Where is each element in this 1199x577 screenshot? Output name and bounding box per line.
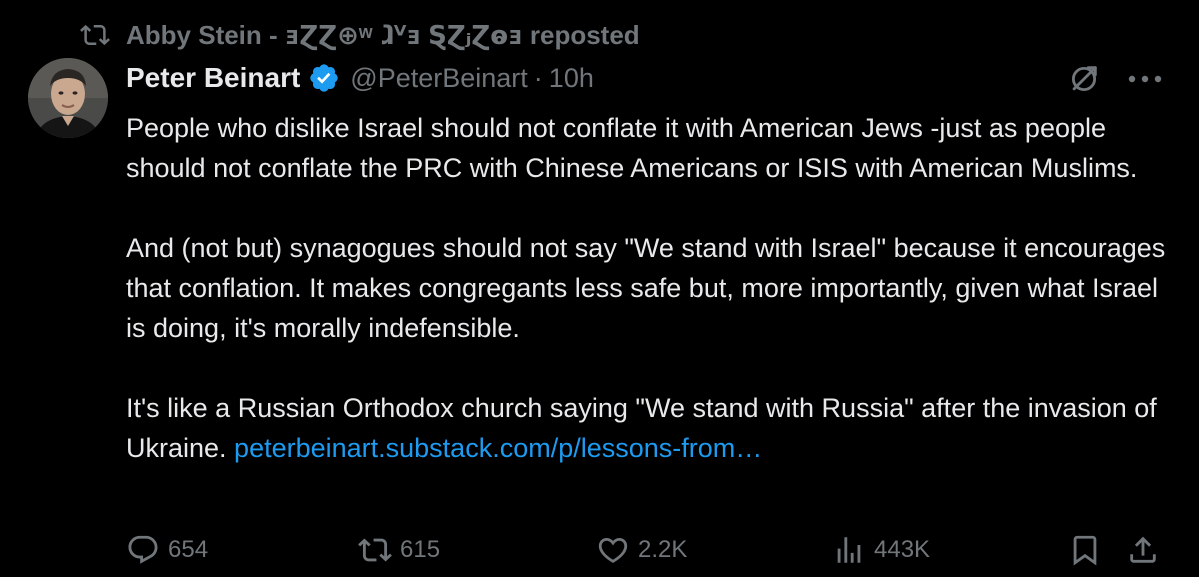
- repost-banner-text: Abby Stein - ⱻⱿⱿ⊕ʷ ⱹⱽⱻ ⱾⱿⱼⱿⱺⱻ reposted: [126, 19, 640, 50]
- tweet-header: Peter Beinart @PeterBeinart · 10h: [126, 58, 594, 98]
- avatar[interactable]: [28, 58, 108, 138]
- view-count: 443K: [874, 536, 931, 563]
- reply-button[interactable]: 654: [126, 530, 208, 570]
- repost-icon: [358, 533, 392, 567]
- tweet-paragraph: It's like a Russian Orthodox church sayi…: [126, 388, 1176, 468]
- separator-dot: ·: [533, 62, 543, 93]
- tweet-text: People who dislike Israel should not con…: [126, 108, 1176, 468]
- timestamp[interactable]: 10h: [549, 63, 594, 94]
- author-handle[interactable]: @PeterBeinart: [350, 63, 528, 94]
- repost-banner[interactable]: Abby Stein - ⱻⱿⱿ⊕ʷ ⱹⱽⱻ ⱾⱿⱼⱿⱺⱻ reposted: [80, 18, 640, 52]
- verified-badge-icon[interactable]: [308, 62, 340, 94]
- more-options-icon[interactable]: [1127, 62, 1163, 96]
- reply-icon: [126, 533, 160, 567]
- tweet-paragraph: And (not but) synagogues should not say …: [126, 233, 1166, 343]
- tweet-link[interactable]: peterbeinart.substack.com/p/lessons-from…: [234, 433, 762, 463]
- tweet-action-bar: 654 615 2.2K 443K: [126, 530, 1166, 570]
- share-button[interactable]: [1126, 530, 1168, 570]
- repost-count: 615: [400, 536, 441, 563]
- author-name[interactable]: Peter Beinart: [126, 62, 300, 94]
- grok-icon[interactable]: [1067, 62, 1101, 96]
- views-chart-icon: [832, 533, 866, 567]
- repost-icon: [80, 20, 110, 50]
- bookmark-icon: [1068, 533, 1102, 567]
- tweet-top-actions: [1067, 62, 1163, 96]
- tweet-paragraph: People who dislike Israel should not con…: [126, 113, 1138, 183]
- reply-count: 654: [168, 536, 209, 563]
- views-button[interactable]: 443K: [832, 530, 930, 570]
- like-button[interactable]: 2.2K: [596, 530, 687, 570]
- repost-button[interactable]: 615: [358, 530, 440, 570]
- bookmark-button[interactable]: [1068, 530, 1110, 570]
- like-count: 2.2K: [638, 536, 688, 563]
- heart-icon: [596, 533, 630, 567]
- share-icon: [1126, 533, 1160, 567]
